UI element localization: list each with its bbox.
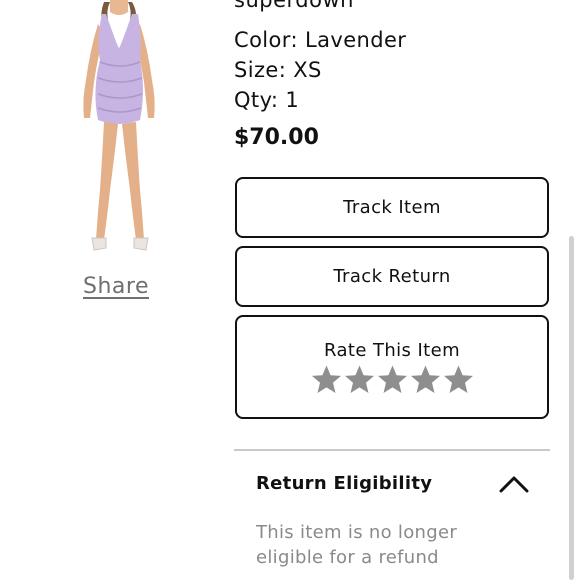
rate-item-label: Rate This Item bbox=[323, 340, 461, 361]
star-icon[interactable] bbox=[377, 364, 408, 395]
product-color: Color: Lavender bbox=[234, 28, 407, 52]
product-size: Size: XS bbox=[234, 58, 322, 82]
return-eligibility-title: Return Eligibility bbox=[256, 473, 433, 494]
track-return-button[interactable]: Track Return bbox=[235, 246, 549, 307]
product-qty: Qty: 1 bbox=[234, 88, 300, 112]
star-icon[interactable] bbox=[311, 364, 342, 395]
product-image[interactable] bbox=[60, 0, 180, 258]
track-item-button[interactable]: Track Item bbox=[235, 177, 549, 238]
share-link[interactable]: Share bbox=[83, 274, 149, 299]
section-divider bbox=[234, 449, 550, 451]
return-eligibility-description: This item is no longer eligible for a re… bbox=[256, 522, 458, 568]
product-price: $70.00 bbox=[234, 125, 319, 150]
chevron-up-icon[interactable] bbox=[497, 471, 531, 497]
track-item-label: Track Item bbox=[343, 197, 441, 218]
star-icon[interactable] bbox=[443, 364, 474, 395]
rate-item-panel: Rate This Item bbox=[235, 315, 549, 419]
star-icon[interactable] bbox=[410, 364, 441, 395]
product-brand: superdown bbox=[234, 0, 354, 12]
track-return-label: Track Return bbox=[333, 266, 451, 287]
star-rating[interactable] bbox=[237, 364, 547, 395]
scrollbar[interactable] bbox=[569, 236, 574, 580]
star-icon[interactable] bbox=[344, 364, 375, 395]
